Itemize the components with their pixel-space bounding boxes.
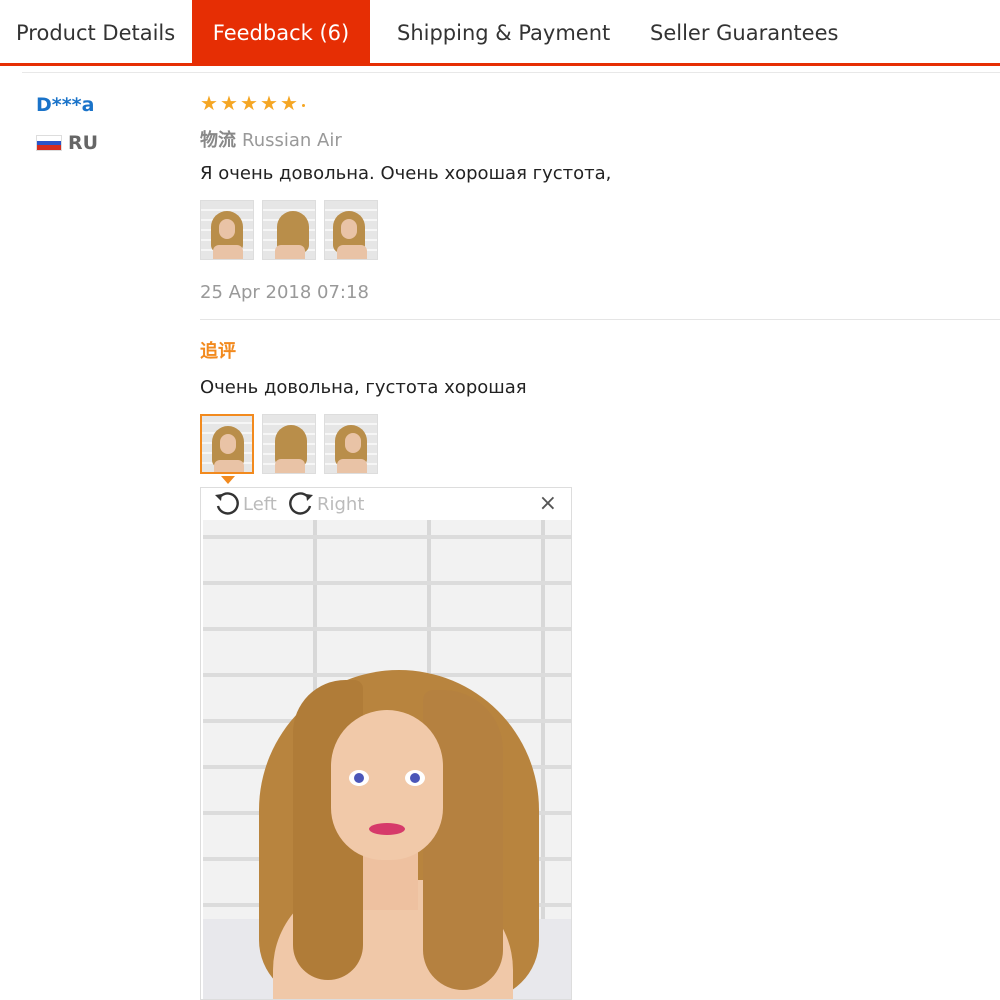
followup-text: Очень довольна, густота хорошая [200,377,527,398]
review-photo-thumbnail[interactable] [200,200,254,260]
viewer-toolbar: Left Right × [201,488,571,520]
tab-feedback[interactable]: Feedback (6) [192,0,370,63]
review-text: Я очень довольна. Очень хорошая густота, [200,163,612,184]
tab-bar: Product Details Feedback (6) Shipping & … [0,0,1000,66]
rotate-left-label: Left [243,493,277,515]
logistics-value: Russian Air [242,130,342,151]
tab-seller-guarantees[interactable]: Seller Guarantees [650,0,838,63]
selected-photo-caret [221,476,235,484]
followup-photo-thumbnail-selected[interactable] [200,414,254,474]
review-photo-thumbnail[interactable] [262,200,316,260]
star-dot [302,104,305,107]
rotate-left-icon [213,490,241,518]
russia-flag-icon [36,135,62,151]
tab-shipping-payment[interactable]: Shipping & Payment [397,0,610,63]
star-icon: ★ [220,91,238,115]
reviewer-name[interactable]: D***a [36,94,94,116]
star-icon: ★ [280,91,298,115]
close-icon[interactable]: × [539,493,557,515]
logistics-label: 物流 [200,130,236,151]
star-icon: ★ [260,91,278,115]
country-code: RU [68,132,99,154]
rotate-right-icon [287,490,315,518]
followup-photo-thumbnail[interactable] [262,414,316,474]
divider [22,72,1000,73]
rotate-right-button[interactable]: Right [287,490,364,518]
followup-label: 追评 [200,341,236,362]
review-photos [200,200,378,260]
rotate-right-label: Right [317,493,365,515]
followup-photos [200,414,378,474]
star-icon: ★ [240,91,258,115]
review-date: 25 Apr 2018 07:18 [200,282,369,303]
star-icon: ★ [200,91,218,115]
rotate-left-button[interactable]: Left [213,490,277,518]
followup-photo-thumbnail[interactable] [324,414,378,474]
tab-product-details[interactable]: Product Details [16,0,175,63]
review-photo-thumbnail[interactable] [324,200,378,260]
star-rating: ★ ★ ★ ★ ★ [200,91,305,115]
enlarged-review-photo [203,520,571,999]
reviewer-country: RU [36,132,98,154]
photo-viewer: Left Right × [200,487,572,1000]
followup-divider [200,319,1000,320]
logistics-info: 物流 Russian Air [200,126,342,152]
